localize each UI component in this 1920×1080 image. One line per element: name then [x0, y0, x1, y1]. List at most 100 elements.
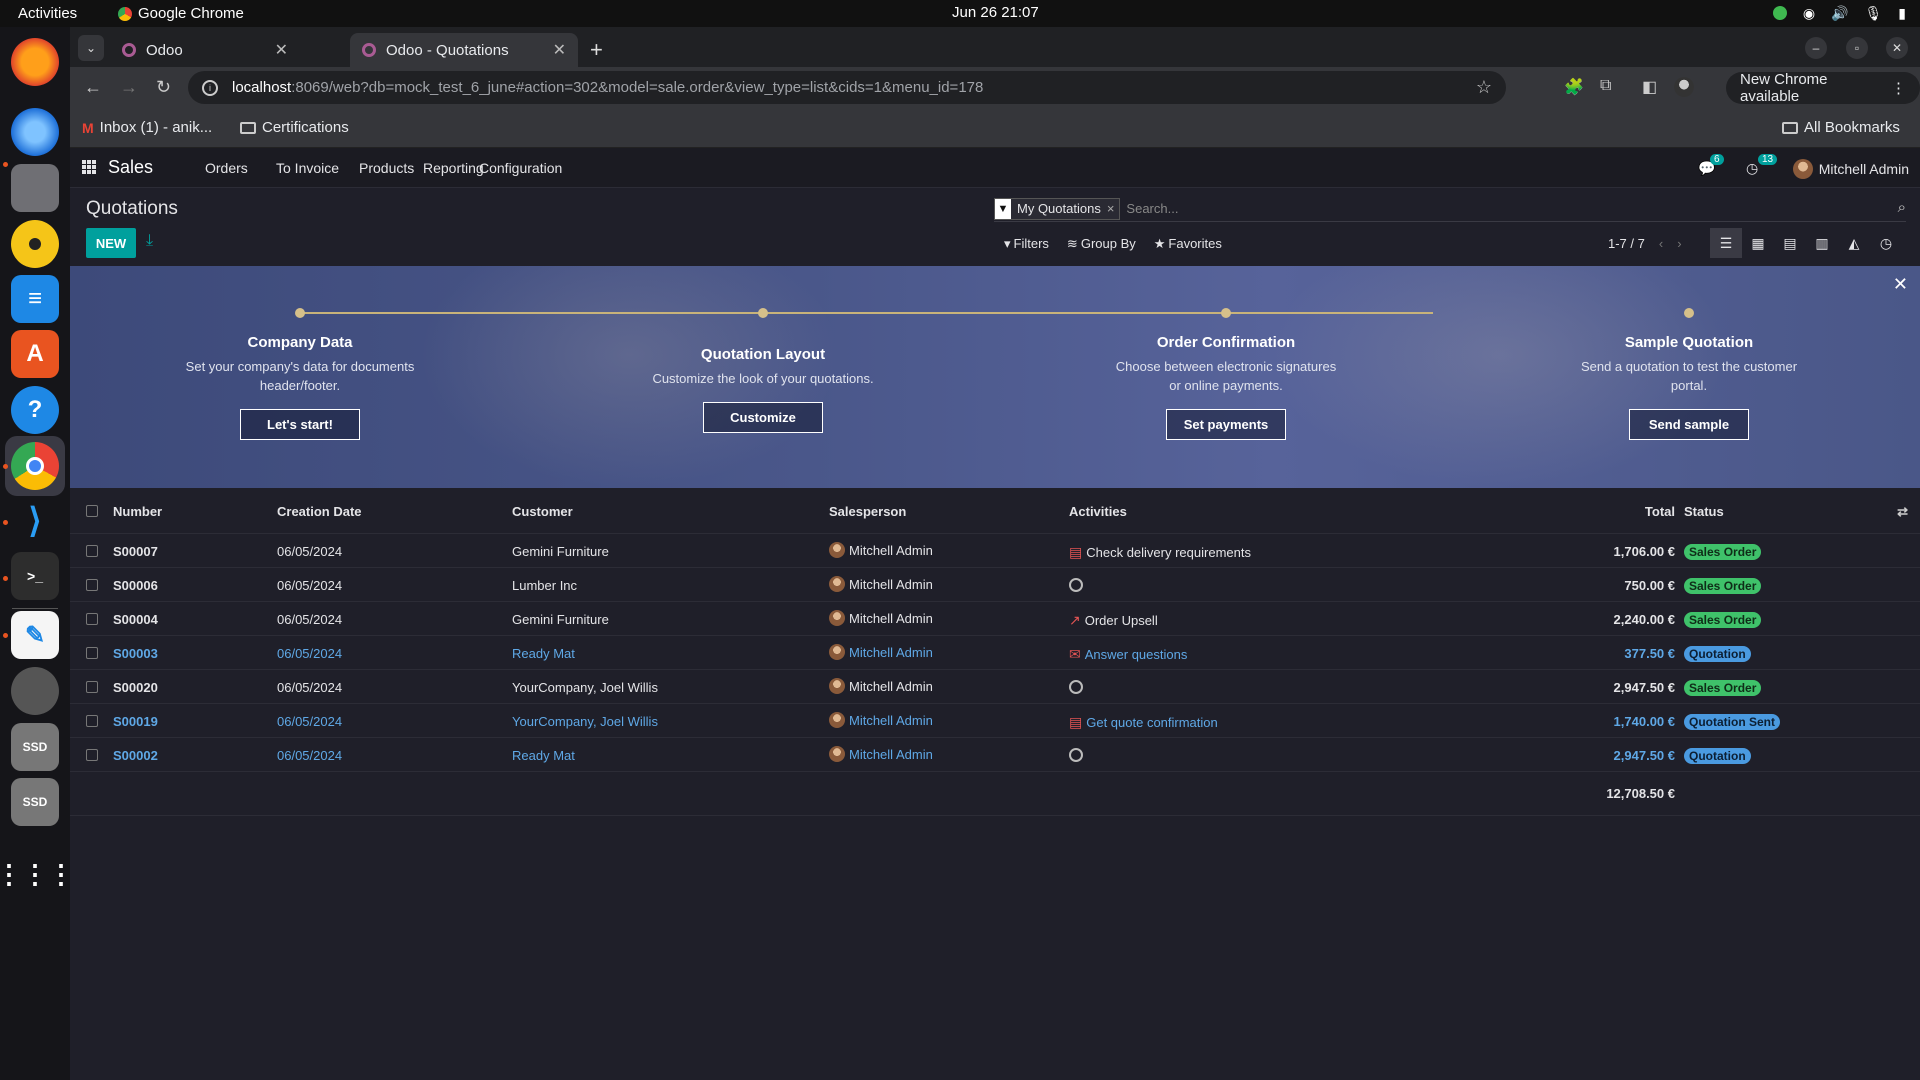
side-panel-icon[interactable]: ◧ [1642, 77, 1657, 97]
column-number[interactable]: Number [113, 504, 162, 519]
chevron-left-icon[interactable]: ‹ [1659, 236, 1663, 251]
row-checkbox[interactable] [86, 647, 98, 659]
forward-icon[interactable]: → [120, 77, 138, 98]
search-icon[interactable]: ⌕ [1898, 199, 1906, 216]
user-menu[interactable]: Mitchell Admin [1792, 159, 1909, 179]
salesperson[interactable]: Mitchell Admin [829, 542, 933, 558]
bookmark-star-icon[interactable]: ☆ [1476, 77, 1492, 98]
table-row[interactable]: S00020 06/05/2024 YourCompany, Joel Will… [70, 670, 1920, 704]
column-activities[interactable]: Activities [1069, 504, 1127, 519]
chevron-right-icon[interactable]: › [1677, 236, 1681, 251]
ssd-drive-icon[interactable]: SSD [11, 778, 59, 826]
activity-cell[interactable] [1069, 578, 1083, 592]
column-status[interactable]: Status [1684, 504, 1724, 519]
clock-icon[interactable] [1069, 748, 1083, 762]
bookmark-inbox[interactable]: M Inbox (1) - anik... [82, 119, 212, 136]
tab-odoo[interactable]: Odoo ✕ [110, 33, 300, 67]
extension-icon[interactable]: 🧩 [1564, 77, 1584, 97]
app-brand[interactable]: Sales [108, 157, 153, 178]
writer-icon[interactable]: ≡ [11, 275, 59, 323]
favorites-button[interactable]: ★ Favorites [1154, 236, 1222, 252]
column-salesperson[interactable]: Salesperson [829, 504, 906, 519]
reload-icon[interactable]: ↻ [156, 77, 171, 98]
activities-button[interactable]: Activities [18, 5, 77, 22]
order-number[interactable]: S00003 [113, 646, 158, 661]
thunderbird-icon[interactable] [11, 108, 59, 156]
profile-avatar-icon[interactable] [1674, 77, 1694, 102]
order-number[interactable]: S00004 [113, 612, 158, 627]
salesperson[interactable]: Mitchell Admin [829, 610, 933, 626]
pivot-view-icon[interactable]: ▥ [1806, 228, 1838, 258]
system-tray[interactable]: ◉ 🔊 🎙 ▮ [1772, 4, 1906, 22]
activity-cell[interactable] [1069, 748, 1083, 762]
close-window-icon[interactable]: ✕ [1886, 37, 1908, 59]
graph-view-icon[interactable]: ◭ [1838, 228, 1870, 258]
send-sample-button[interactable]: Send sample [1629, 409, 1749, 440]
table-row[interactable]: S00007 06/05/2024 Gemini Furniture Mitch… [70, 534, 1920, 568]
minimize-icon[interactable]: – [1805, 37, 1827, 59]
close-icon[interactable]: ✕ [553, 40, 566, 60]
chevron-down-icon[interactable]: ⌄ [78, 35, 104, 61]
salesperson[interactable]: Mitchell Admin [829, 746, 933, 762]
text-editor-icon[interactable]: ✎ [11, 611, 59, 659]
app-menu-grid-icon[interactable] [82, 160, 96, 174]
clock-icon[interactable] [1069, 680, 1083, 694]
menu-to-invoice[interactable]: To Invoice [276, 160, 339, 176]
set-payments-button[interactable]: Set payments [1166, 409, 1286, 440]
salesperson[interactable]: Mitchell Admin [829, 712, 933, 728]
download-icon[interactable]: ⤓ [146, 232, 153, 250]
tab-odoo-quotations[interactable]: Odoo - Quotations ✕ [350, 33, 578, 67]
table-row[interactable]: S00006 06/05/2024 Lumber Inc Mitchell Ad… [70, 568, 1920, 602]
address-bar[interactable]: i localhost:8069/web?db=mock_test_6_june… [188, 71, 1506, 104]
row-checkbox[interactable] [86, 545, 98, 557]
activity-cell[interactable]: ↗ Order Upsell [1069, 612, 1158, 629]
list-view-icon[interactable]: ☰ [1710, 228, 1742, 258]
activity-view-icon[interactable]: ◷ [1870, 228, 1902, 258]
disc-icon[interactable] [11, 667, 59, 715]
vscode-icon[interactable]: ⟩ [11, 497, 59, 545]
chrome-icon[interactable] [11, 442, 59, 490]
lets-start-button[interactable]: Let's start! [240, 409, 360, 440]
search-facet[interactable]: ▼ My Quotations × [994, 197, 1121, 220]
order-number[interactable]: S00007 [113, 544, 158, 559]
menu-products[interactable]: Products [359, 160, 414, 176]
column-customer[interactable]: Customer [512, 504, 573, 519]
activity-cell[interactable]: ✉ Answer questions [1069, 646, 1187, 663]
column-creation-date[interactable]: Creation Date [277, 504, 362, 519]
order-number[interactable]: S00019 [113, 714, 158, 729]
column-total[interactable]: Total [1645, 504, 1675, 519]
menu-orders[interactable]: Orders [205, 160, 248, 176]
rhythmbox-icon[interactable] [11, 220, 59, 268]
salesperson[interactable]: Mitchell Admin [829, 576, 933, 592]
all-bookmarks[interactable]: All Bookmarks [1782, 119, 1900, 136]
order-number[interactable]: S00020 [113, 680, 158, 695]
table-row[interactable]: S00003 06/05/2024 Ready Mat Mitchell Adm… [70, 636, 1920, 670]
activities-button[interactable]: ◷ 13 [1746, 154, 1778, 177]
order-number[interactable]: S00006 [113, 578, 158, 593]
terminal-icon[interactable]: >_ [11, 552, 59, 600]
activity-cell[interactable]: ▤ Check delivery requirements [1069, 544, 1251, 561]
page-title[interactable]: Quotations [86, 198, 178, 220]
row-checkbox[interactable] [86, 681, 98, 693]
select-all-checkbox[interactable] [86, 505, 98, 517]
bookmark-certifications[interactable]: Certifications [240, 119, 349, 136]
new-tab-icon[interactable]: + [590, 37, 603, 63]
extensions-puzzle-icon[interactable]: ⧉ [1600, 77, 1611, 95]
customize-button[interactable]: Customize [703, 402, 823, 433]
messages-button[interactable]: 💬 6 [1698, 154, 1724, 177]
remove-facet-icon[interactable]: × [1107, 201, 1120, 216]
activity-cell[interactable]: ▤ Get quote confirmation [1069, 714, 1218, 731]
search-input[interactable]: Search... [1126, 201, 1178, 216]
site-info-icon[interactable]: i [202, 79, 218, 96]
search-bar[interactable]: ▼ My Quotations × Search... ⌕ [994, 196, 1906, 222]
salesperson[interactable]: Mitchell Admin [829, 678, 933, 694]
app-center-icon[interactable]: A [11, 330, 59, 378]
salesperson[interactable]: Mitchell Admin [829, 644, 933, 660]
filters-button[interactable]: ▾ Filters [1004, 236, 1049, 252]
active-app-indicator[interactable]: Google Chrome [118, 5, 244, 22]
clock[interactable]: Jun 26 21:07 [952, 4, 1039, 21]
show-apps-icon[interactable]: ⋮⋮⋮ [0, 850, 74, 898]
close-icon[interactable]: ✕ [275, 40, 288, 60]
menu-reporting[interactable]: Reporting [423, 160, 484, 176]
close-icon[interactable]: ✕ [1893, 274, 1908, 295]
